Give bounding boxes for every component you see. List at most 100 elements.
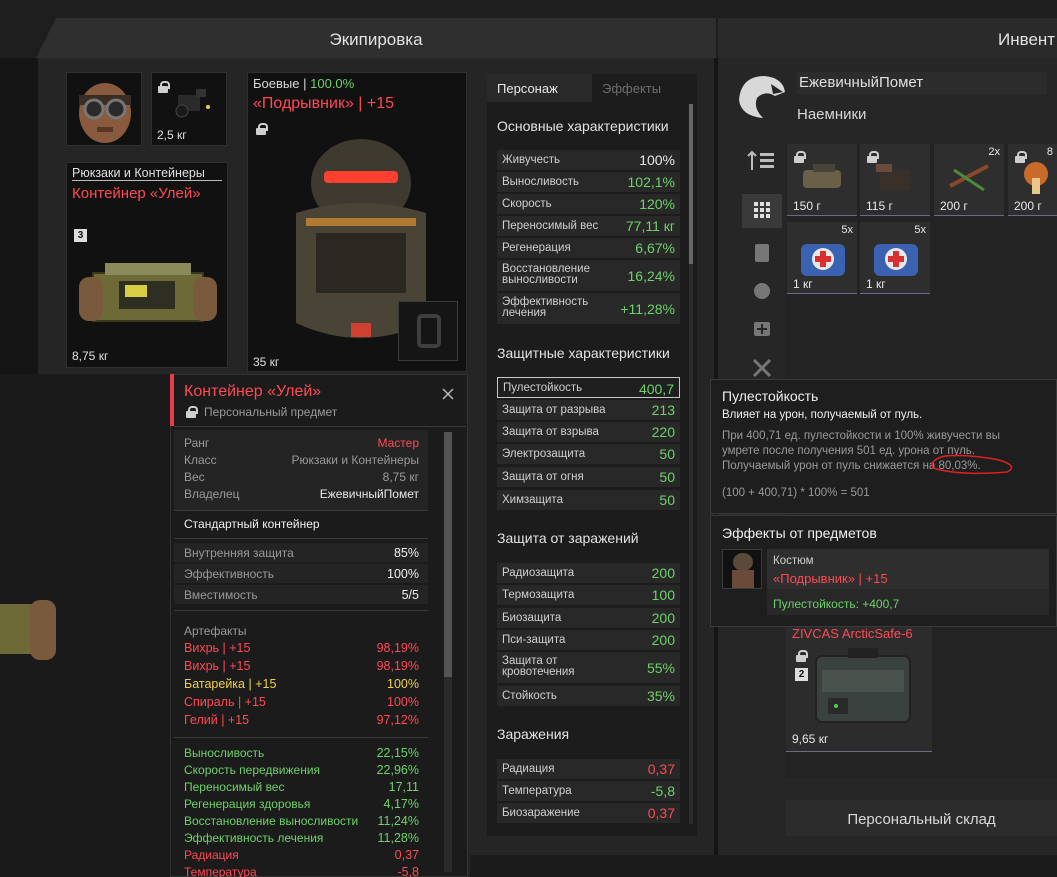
inventory-cell[interactable]: 8 200 г <box>1008 144 1057 216</box>
stat-value: 200 <box>651 610 675 626</box>
suit-category-line: Боевые | 100.0% <box>253 76 354 91</box>
popup-close-button[interactable] <box>440 386 456 402</box>
stat-row[interactable]: Защита от кровотечения 55% <box>497 652 680 683</box>
filter-artifact-button[interactable] <box>742 274 782 308</box>
equipment-title: Экипировка <box>329 30 423 49</box>
bonus-label: Радиация <box>184 848 239 862</box>
nightvision-icon <box>175 89 210 118</box>
stat-row[interactable]: Термозащита 100 <box>497 585 680 605</box>
stat-row[interactable]: Электрозащита 50 <box>497 444 680 464</box>
stat-row[interactable]: Температура -5,8 <box>497 781 680 801</box>
face-slot[interactable] <box>66 72 142 146</box>
goggles-face-icon <box>79 83 131 143</box>
item-count: 5x <box>914 224 926 236</box>
stat-row[interactable]: Биозащита 200 <box>497 608 680 628</box>
artifact-name[interactable]: Вихрь | +15 <box>184 659 250 673</box>
stat-label: Пулестойкость <box>503 382 583 394</box>
stat-label: Радиация <box>502 763 555 775</box>
zivcas-name: ZIVCAS ArcticSafe-6 <box>792 626 913 641</box>
zivcas-item[interactable]: ZIVCAS ArcticSafe-6 2 9,65 кг <box>786 624 932 752</box>
device-icon <box>870 160 920 196</box>
stat-value: 0,37 <box>647 805 675 821</box>
info-value: 8,75 кг <box>382 470 419 484</box>
section-title-infection-protection: Защита от заражений <box>497 530 639 546</box>
suit-name: «Подрывник» | +15 <box>253 95 395 112</box>
stat-row[interactable]: Регенерация 6,67% <box>497 238 680 258</box>
info-label: Вес <box>184 470 205 484</box>
stat-value: 55% <box>646 660 675 676</box>
stat-row[interactable]: Эффективность лечения +11,28% <box>497 293 680 324</box>
stat-label: Живучесть <box>502 154 561 166</box>
stat-row[interactable]: Защита от взрыва 220 <box>497 422 680 442</box>
stat-label: Выносливость <box>502 176 579 188</box>
stat-row[interactable]: Скорость 120% <box>497 194 680 214</box>
artifact-name[interactable]: Гелий | +15 <box>184 713 249 727</box>
stat-value: 6,67% <box>635 240 675 256</box>
stat-value: 102,1% <box>627 174 675 190</box>
stat-row[interactable]: Стойкость 35% <box>497 686 680 706</box>
backpack-slot[interactable]: Рюкзаки и Контейнеры Контейнер «Улей» 3 … <box>66 162 228 368</box>
stat-row[interactable]: Защита от огня 50 <box>497 467 680 487</box>
item-count: 8 <box>1046 146 1053 158</box>
divider <box>174 610 428 611</box>
lock-icon <box>158 81 170 93</box>
filter-armor-button[interactable] <box>742 236 782 270</box>
suit-slot[interactable]: Боевые | 100.0% «Подрывник» | +15 35 кг <box>247 72 467 372</box>
section-title-basic: Основные характеристики <box>497 118 669 134</box>
stat-row[interactable]: Переносимый вес 77,11 кг <box>497 216 680 236</box>
popup-preview-panel <box>0 374 170 877</box>
zivcas-weight: 9,65 кг <box>792 732 829 746</box>
item-weight: 1 кг <box>866 277 886 291</box>
player-group: Наемники <box>797 106 867 123</box>
stat-row[interactable]: Выносливость 102,1% <box>497 172 680 192</box>
stat-row[interactable]: Пси-защита 200 <box>497 630 680 650</box>
stat-label: Радиозащита <box>502 567 575 579</box>
sort-button[interactable] <box>742 144 782 178</box>
tab-character[interactable]: Персонаж <box>487 74 592 102</box>
stat-row[interactable]: Пулестойкость 400,7 <box>497 377 680 398</box>
stats-scrollbar-thumb[interactable] <box>689 104 693 264</box>
inventory-cell[interactable]: 5x 1 кг <box>787 222 857 294</box>
info-label: Класс <box>184 453 217 467</box>
radio-icon <box>797 160 847 196</box>
popup-title: Контейнер «Улей» <box>184 383 322 400</box>
nightvision-slot[interactable]: 2,5 кг <box>151 72 227 146</box>
inventory-cell[interactable]: 5x 1 кг <box>860 222 930 294</box>
stat-label: Термозащита <box>502 589 575 601</box>
suit-condition: 100.0% <box>310 76 355 91</box>
personal-storage-button[interactable]: Персональный склад <box>786 800 1057 836</box>
stat-row[interactable]: Химзащита 50 <box>497 490 680 510</box>
stat-row[interactable]: Биозаражение 0,37 <box>497 803 680 823</box>
stat-row[interactable]: Радиозащита 200 <box>497 563 680 583</box>
filter-medical-button[interactable] <box>742 312 782 346</box>
artifact-name[interactable]: Спираль | +15 <box>184 695 266 709</box>
stat-row[interactable]: Защита от разрыва 213 <box>497 400 680 420</box>
artifact-name[interactable]: Батарейка | +15 <box>184 677 276 691</box>
stat-label: Эффективность лечения <box>502 296 589 319</box>
bonus-value: 0,37 <box>394 848 419 862</box>
red-scribble-annotation <box>931 454 1013 475</box>
lock-icon <box>256 123 268 135</box>
suit-thumb-icon <box>732 553 754 588</box>
player-name: ЕжевичныйПомет <box>797 72 1047 94</box>
tab-effects[interactable]: Эффекты <box>592 74 697 102</box>
inventory-cell[interactable]: 115 г <box>860 144 930 216</box>
artifact-name[interactable]: Вихрь | +15 <box>184 641 250 655</box>
stat-label: Восстановление выносливости <box>502 263 590 286</box>
close-icon <box>442 388 454 400</box>
suit-category: Боевые <box>253 76 300 91</box>
stat-row[interactable]: Восстановление выносливости 16,24% <box>497 260 680 291</box>
stat-row[interactable]: Живучесть 100% <box>497 150 680 170</box>
artifact-value: 98,19% <box>376 641 419 655</box>
nightvision-weight: 2,5 кг <box>157 128 187 142</box>
grid-view-button[interactable] <box>742 194 782 228</box>
popup-accent-bar <box>170 374 174 426</box>
prop-value: 5/5 <box>401 588 419 602</box>
bonus-value: 22,96% <box>376 763 419 777</box>
inventory-cell[interactable]: 2x 200 г <box>934 144 1004 216</box>
armor-plate-slot[interactable] <box>398 301 458 361</box>
artifact-value: 98,19% <box>376 659 419 673</box>
inventory-cell[interactable]: 150 г <box>787 144 857 216</box>
popup-scrollbar-thumb[interactable] <box>444 432 452 677</box>
stat-row[interactable]: Радиация 0,37 <box>497 759 680 779</box>
